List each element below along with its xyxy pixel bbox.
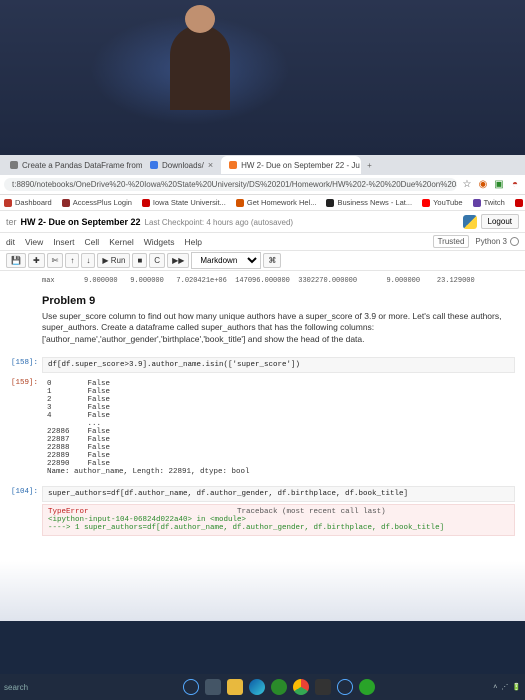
menubar: dit View Insert Cell Kernel Widgets Help… xyxy=(0,233,525,251)
bookmark-icon xyxy=(326,199,334,207)
bookmark-accessplus[interactable]: AccessPlus Login xyxy=(62,198,132,207)
code-input[interactable]: super_authors=df[df.author_name, df.auth… xyxy=(42,486,515,502)
in-prompt: [104]: xyxy=(0,488,38,496)
code-input[interactable]: df[df.super_score>3.9].author_name.isin(… xyxy=(42,357,515,373)
restart-button[interactable]: C xyxy=(149,253,165,268)
menu-insert[interactable]: Insert xyxy=(53,237,74,247)
system-tray[interactable]: ˄ ⋰ 🔋 xyxy=(493,683,521,691)
code-cell-104[interactable]: [104]: super_authors=df[df.author_name, … xyxy=(0,484,525,538)
tab-pandas[interactable]: Create a Pandas DataFrame from × xyxy=(2,156,142,174)
address-bar-row: t:8890/notebooks/OneDrive%20-%20Iowa%20S… xyxy=(0,175,525,195)
bookmark-icon xyxy=(62,199,70,207)
restart-run-all-button[interactable]: ▶▶ xyxy=(167,253,189,268)
bookmark-icon xyxy=(4,199,12,207)
output-cell-159: [159]: 0 False 1 False 2 False 3 False 4… xyxy=(0,375,525,478)
tab-jupyter[interactable]: HW 2- Due on September 22 - Ju × xyxy=(221,156,361,174)
new-tab-button[interactable]: + xyxy=(361,161,378,170)
app-icon[interactable] xyxy=(337,679,353,695)
app-icon[interactable] xyxy=(315,679,331,695)
bookmark-icon xyxy=(473,199,481,207)
fade-overlay xyxy=(0,561,525,621)
toolbar: 💾 ✚ ✄ ↑ ↓ ▶ Run ■ C ▶▶ Markdown ⌘ xyxy=(0,251,525,271)
address-bar[interactable]: t:8890/notebooks/OneDrive%20-%20Iowa%20S… xyxy=(4,178,457,191)
run-button[interactable]: ▶ Run xyxy=(97,253,130,268)
extension-icon[interactable]: ◉ xyxy=(477,179,489,191)
bookmark-isu[interactable]: Iowa State Universit... xyxy=(142,198,226,207)
extension-icon[interactable]: ▣ xyxy=(493,179,505,191)
command-palette-button[interactable]: ⌘ xyxy=(263,253,281,268)
menu-edit[interactable]: dit xyxy=(6,237,15,247)
favicon xyxy=(10,161,18,169)
move-up-button[interactable]: ↑ xyxy=(65,253,79,268)
celltype-dropdown[interactable]: Markdown xyxy=(191,252,261,269)
tab-label: HW 2- Due on September 22 - Ju xyxy=(241,161,360,170)
star-icon[interactable]: ☆ xyxy=(461,179,473,191)
kernel-indicator[interactable]: Python 3 xyxy=(475,237,519,246)
edge-icon[interactable] xyxy=(249,679,265,695)
tab-downloads[interactable]: Downloads/ × xyxy=(142,156,221,174)
traceback-output: TypeError Traceback (most recent call la… xyxy=(42,504,515,536)
checkpoint-text: Last Checkpoint: 4 hours ago (autosaved) xyxy=(145,218,294,227)
cut-cell-button[interactable]: ✄ xyxy=(47,253,64,268)
bookmark-isu2[interactable]: Iowa State University xyxy=(515,198,525,207)
bookmark-icon xyxy=(142,199,150,207)
trusted-badge[interactable]: Trusted xyxy=(433,235,470,248)
describe-output-fragment: max 9.000000 9.000000 7.020421e+06 14709… xyxy=(0,277,525,291)
in-prompt: [158]: xyxy=(0,359,38,367)
code-cell-158[interactable]: [158]: df[df.super_score>3.9].author_nam… xyxy=(0,355,525,375)
app-icon[interactable] xyxy=(271,679,287,695)
add-cell-button[interactable]: ✚ xyxy=(28,253,45,268)
close-icon[interactable]: × xyxy=(208,160,213,170)
wifi-icon[interactable]: ⋰ xyxy=(501,683,508,691)
out-prompt: [159]: xyxy=(0,379,38,387)
move-down-button[interactable]: ↓ xyxy=(81,253,95,268)
bookmarks-bar: Dashboard AccessPlus Login Iowa State Un… xyxy=(0,195,525,211)
bookmark-icon xyxy=(515,199,523,207)
menu-kernel[interactable]: Kernel xyxy=(109,237,134,247)
cortana-icon[interactable] xyxy=(183,679,199,695)
code-output: 0 False 1 False 2 False 3 False 4 False … xyxy=(42,377,515,476)
save-button[interactable]: 💾 xyxy=(6,253,26,268)
bookmark-youtube[interactable]: YouTube xyxy=(422,198,462,207)
jupyter-header: ter HW 2- Due on September 22 Last Check… xyxy=(0,211,525,233)
stop-button[interactable]: ■ xyxy=(132,253,147,268)
task-view-icon[interactable] xyxy=(205,679,221,695)
tab-label: Create a Pandas DataFrame from xyxy=(22,161,142,170)
menu-widgets[interactable]: Widgets xyxy=(144,237,175,247)
bookmark-icon xyxy=(422,199,430,207)
bookmark-business[interactable]: Business News - Lat... xyxy=(326,198,412,207)
favicon xyxy=(150,161,158,169)
kernel-status-icon xyxy=(510,237,519,246)
bookmark-icon xyxy=(236,199,244,207)
favicon xyxy=(229,161,237,169)
menu-view[interactable]: View xyxy=(25,237,43,247)
bookmark-homework[interactable]: Get Homework Hel... xyxy=(236,198,317,207)
battery-icon[interactable]: 🔋 xyxy=(512,683,521,691)
menu-help[interactable]: Help xyxy=(184,237,201,247)
explorer-icon[interactable] xyxy=(227,679,243,695)
browser-tabbar: Create a Pandas DataFrame from × Downloa… xyxy=(0,155,525,175)
menu-cell[interactable]: Cell xyxy=(85,237,100,247)
python-logo-icon xyxy=(463,215,477,229)
notebook-title[interactable]: HW 2- Due on September 22 xyxy=(21,217,141,227)
notebook-area[interactable]: max 9.000000 9.000000 7.020421e+06 14709… xyxy=(0,271,525,621)
bookmark-dashboard[interactable]: Dashboard xyxy=(4,198,52,207)
markdown-cell-problem9[interactable]: Problem 9 Use super_score column to find… xyxy=(0,291,525,355)
chevron-up-icon[interactable]: ˄ xyxy=(493,684,497,691)
windows-taskbar: search ˄ ⋰ 🔋 xyxy=(0,674,525,700)
extension-icon[interactable]: ◓ xyxy=(509,179,521,191)
problem-heading: Problem 9 xyxy=(42,295,505,307)
problem-text: Use super_score column to find out how m… xyxy=(42,311,505,345)
jupyter-logo-fragment: ter xyxy=(6,217,17,227)
taskbar-search[interactable]: search xyxy=(4,683,64,692)
app-icon[interactable] xyxy=(359,679,375,695)
chrome-icon[interactable] xyxy=(293,679,309,695)
background-photo xyxy=(0,0,525,155)
logout-button[interactable]: Logout xyxy=(481,214,519,229)
bookmark-twitch[interactable]: Twitch xyxy=(473,198,505,207)
browser-window: Create a Pandas DataFrame from × Downloa… xyxy=(0,155,525,621)
tab-label: Downloads/ xyxy=(162,161,204,170)
